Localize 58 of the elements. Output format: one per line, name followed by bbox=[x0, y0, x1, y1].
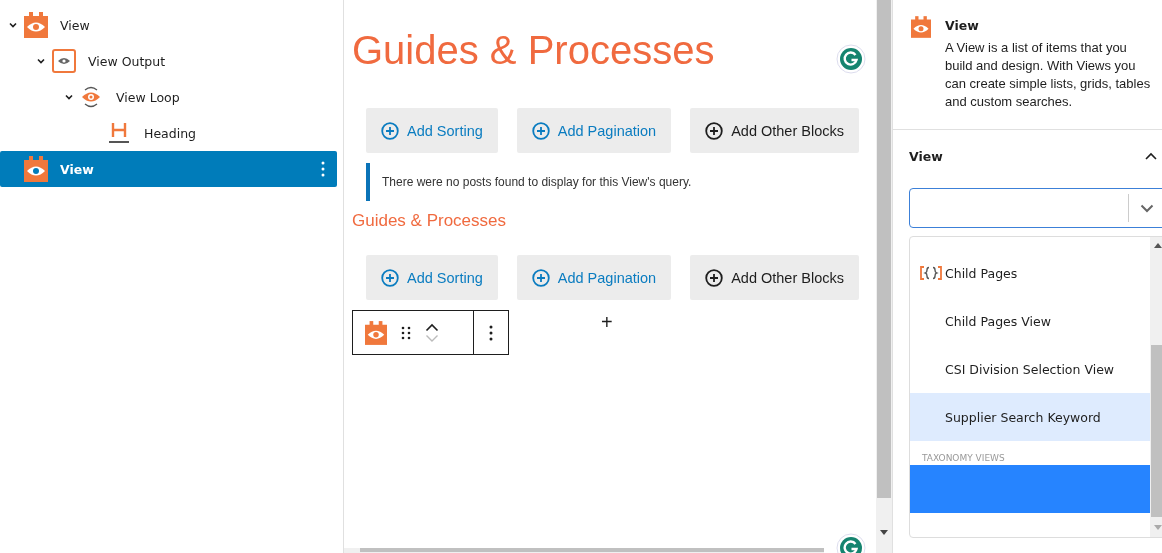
scrollbar[interactable] bbox=[876, 0, 892, 553]
add-block-button[interactable]: Add Pagination bbox=[516, 108, 672, 153]
chevron-icon[interactable] bbox=[36, 56, 46, 66]
item-label: Heading bbox=[144, 125, 196, 141]
eye-icon bbox=[24, 12, 48, 38]
dropdown-option[interactable]: Child Pages bbox=[910, 249, 1150, 297]
list-view-item[interactable]: Heading bbox=[0, 115, 337, 151]
add-block-button[interactable]: Add Other Blocks bbox=[690, 108, 859, 153]
item-label: View bbox=[60, 161, 94, 177]
chevron-icon[interactable] bbox=[8, 20, 18, 30]
add-block-button[interactable]: Add Sorting bbox=[366, 255, 498, 300]
list-view-item[interactable]: View bbox=[0, 151, 337, 187]
grammarly-icon[interactable] bbox=[836, 44, 866, 74]
list-view-item[interactable]: View Output bbox=[0, 43, 337, 79]
panel-title: View bbox=[909, 148, 943, 164]
add-block-button[interactable]: Add Other Blocks bbox=[690, 255, 859, 300]
heading-icon bbox=[108, 121, 130, 145]
plus-circle-icon bbox=[381, 268, 399, 287]
plus-circle-icon bbox=[531, 268, 550, 287]
group-label: TAXONOMY VIEWS bbox=[921, 452, 1006, 465]
grammarly-icon[interactable] bbox=[836, 533, 866, 553]
scroll-up-icon[interactable] bbox=[1154, 243, 1162, 248]
loop-eye-icon bbox=[80, 85, 102, 109]
more-options-icon[interactable] bbox=[489, 324, 493, 341]
dropdown-option[interactable]: Supplier Search Keyword bbox=[910, 393, 1150, 441]
chevron-icon[interactable] bbox=[64, 92, 74, 102]
drag-handle-icon[interactable] bbox=[401, 325, 411, 340]
scrollbar[interactable] bbox=[344, 548, 824, 553]
panel-header[interactable]: View bbox=[909, 132, 1162, 180]
page-heading: Guides & Processes bbox=[352, 27, 715, 74]
plus-circle-icon bbox=[531, 121, 550, 140]
dropdown-option[interactable]: Child Pages View bbox=[910, 297, 1150, 345]
plus-circle-icon bbox=[381, 121, 399, 140]
list-view-item[interactable]: View Loop bbox=[0, 79, 337, 115]
dropdown-option[interactable]: CSI Division Selection View bbox=[910, 345, 1150, 393]
scrollbar[interactable] bbox=[1150, 237, 1162, 537]
eye-icon bbox=[52, 49, 76, 73]
plus-circle-icon bbox=[705, 121, 724, 140]
move-up-icon[interactable] bbox=[425, 322, 439, 332]
add-block-button[interactable]: Add Sorting bbox=[366, 108, 498, 153]
block-title: View bbox=[945, 18, 980, 33]
heading: Guides & Processes bbox=[352, 211, 507, 231]
plus-circle-icon bbox=[705, 268, 724, 287]
item-label: View Loop bbox=[116, 89, 180, 105]
list-view-item[interactable]: View bbox=[0, 7, 337, 43]
add-block-button[interactable]: + bbox=[601, 310, 613, 334]
chevron-down-icon[interactable] bbox=[1140, 203, 1154, 213]
block-description: A View is a list of items that you build and design. With Views you can create simple lists, grids, tables and custom searches. bbox=[945, 39, 1152, 111]
eye-icon[interactable] bbox=[365, 320, 387, 345]
item-label: View Output bbox=[88, 53, 166, 69]
scroll-down-icon[interactable] bbox=[879, 530, 889, 536]
eye-icon bbox=[24, 156, 48, 182]
chevron-icon[interactable] bbox=[1145, 152, 1157, 160]
item-label: View bbox=[60, 17, 90, 33]
add-block-button[interactable]: Add Pagination bbox=[516, 255, 672, 300]
code-brackets-icon bbox=[920, 266, 942, 280]
eye-icon bbox=[911, 16, 931, 38]
view-select-field[interactable] bbox=[909, 188, 1162, 228]
